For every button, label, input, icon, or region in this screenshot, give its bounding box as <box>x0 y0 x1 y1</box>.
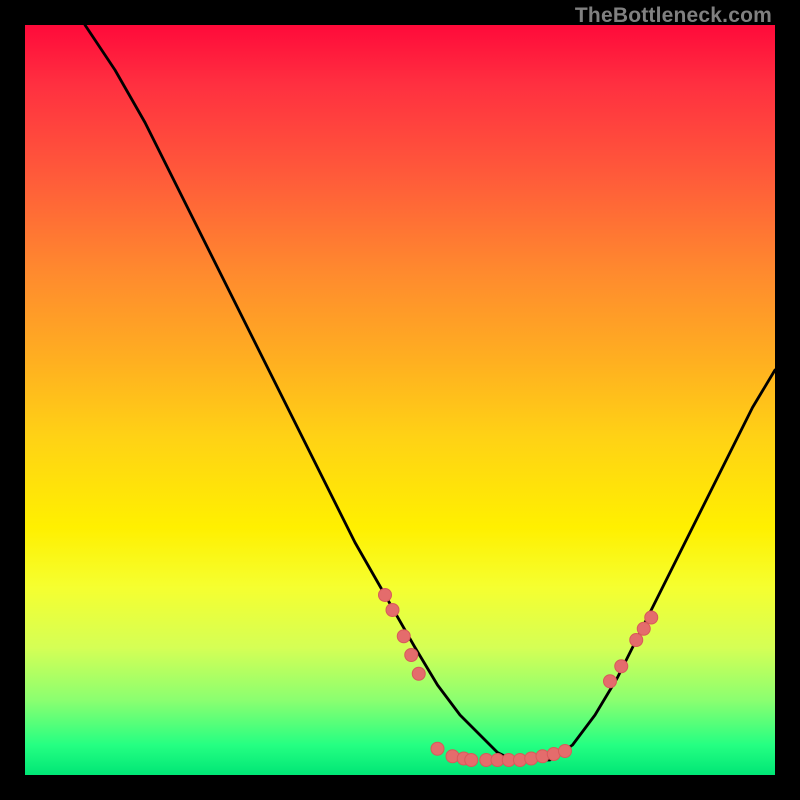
chart-gradient-background <box>25 25 775 775</box>
chart-frame <box>25 25 775 775</box>
